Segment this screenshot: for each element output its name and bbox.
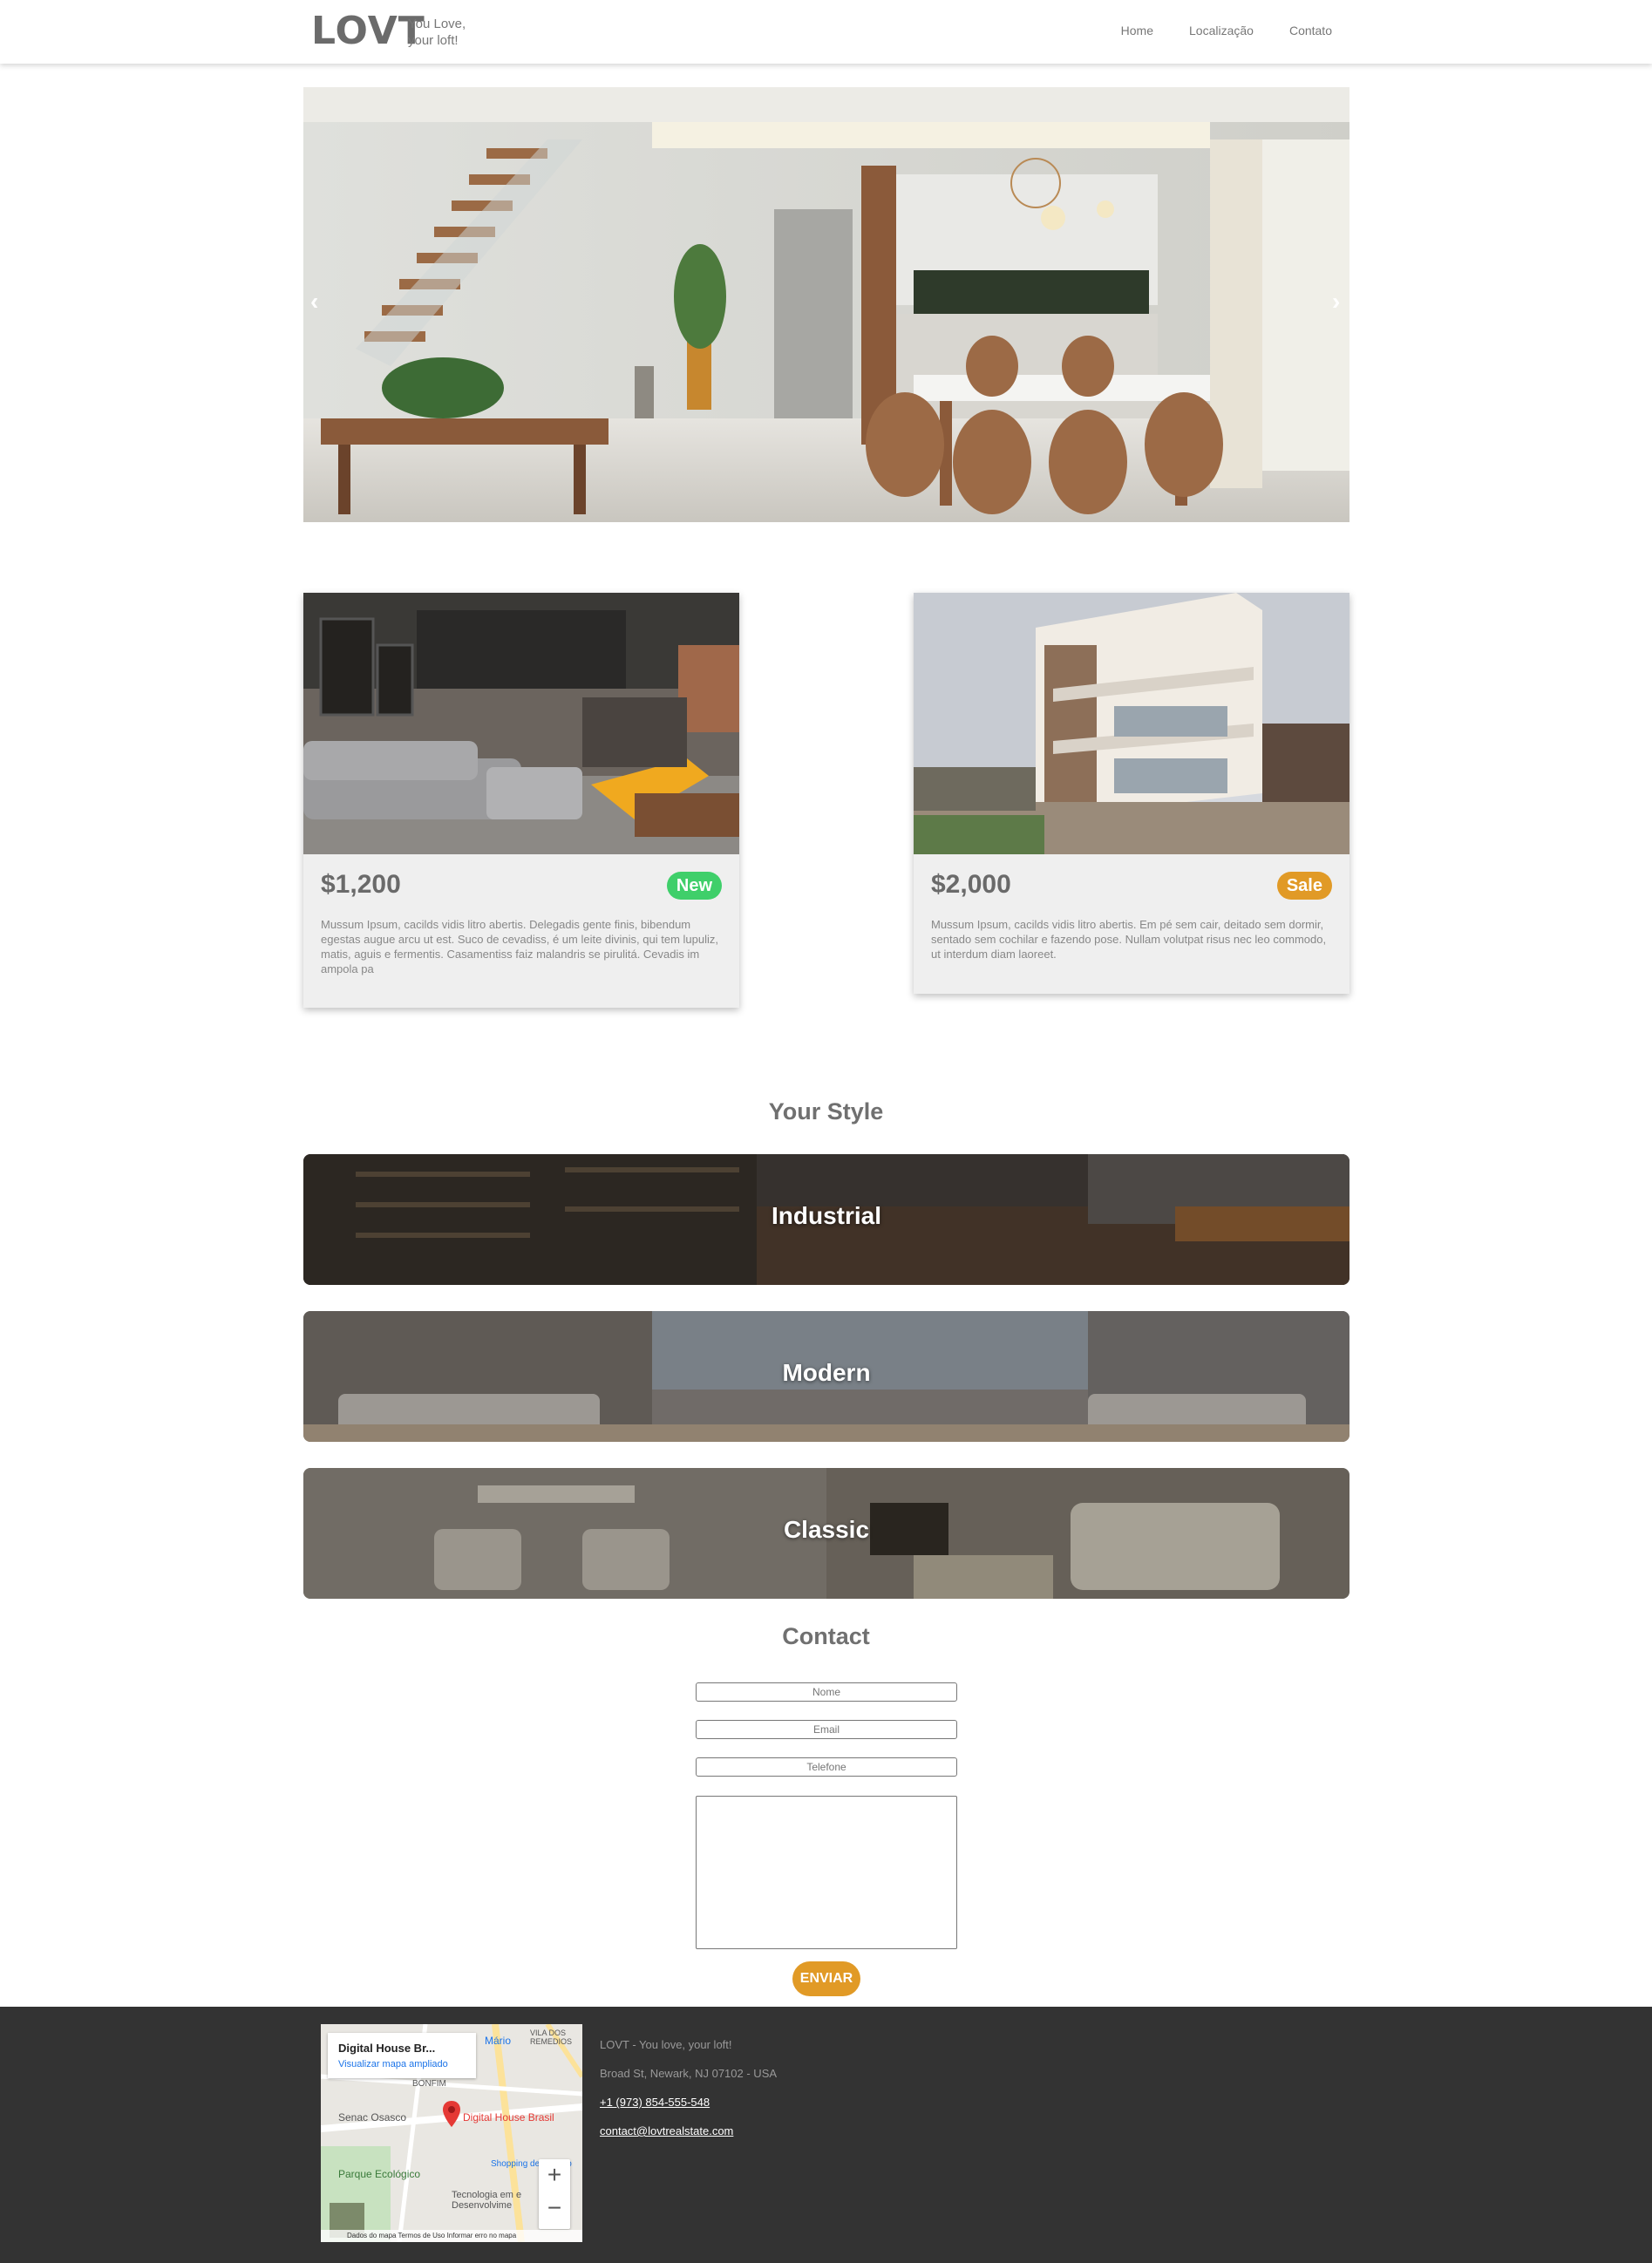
footer-phone-link[interactable]: +1 (973) 854-555-548	[600, 2096, 710, 2109]
style-classic-banner[interactable]: Classic	[303, 1468, 1349, 1599]
message-textarea[interactable]	[696, 1796, 957, 1949]
listing-card[interactable]: $2,000 Sale Mussum Ipsum, cacilds vidis …	[914, 593, 1349, 994]
nav-link-location[interactable]: Localização	[1189, 24, 1254, 37]
nav-links: Home Localização Contato	[1121, 24, 1332, 37]
map-marker-label: Digital House Brasil	[463, 2111, 554, 2124]
carousel-prev-arrow[interactable]: ‹	[310, 288, 318, 316]
tagline-line-2: your loft!	[408, 33, 459, 48]
house-image	[914, 593, 1349, 854]
map-attribution: Dados do mapa Termos de Uso Informar err…	[321, 2230, 582, 2242]
send-button[interactable]: ENVIAR	[792, 1961, 860, 1996]
map-label: VILA DOS REMEDIOS	[530, 2029, 573, 2046]
carousel-next-arrow[interactable]: ›	[1332, 288, 1340, 316]
your-style-title: Your Style	[768, 1098, 884, 1125]
listing-description: Mussum Ipsum, cacilds vidis litro aberti…	[321, 918, 718, 975]
style-label: Classic	[783, 1516, 870, 1543]
map-place-title: Digital House Br...	[338, 2042, 436, 2055]
footer-email-link[interactable]: contact@lovtrealstate.com	[600, 2124, 733, 2137]
nav-link-home[interactable]: Home	[1121, 24, 1153, 37]
listing-photo	[914, 593, 1349, 854]
name-input[interactable]	[696, 1682, 957, 1702]
email-input[interactable]	[696, 1720, 957, 1739]
phone-input[interactable]	[696, 1757, 957, 1777]
map-label: Mário	[485, 2035, 512, 2047]
zoom-out-button[interactable]: −	[539, 2194, 570, 2222]
footer-address: Broad St, Newark, NJ 07102 - USA	[600, 2067, 778, 2080]
sale-badge: Sale	[1276, 872, 1332, 900]
map-zoom-controls: + −	[539, 2159, 570, 2229]
style-industrial-banner[interactable]: Industrial	[303, 1154, 1349, 1285]
map-label: BONFIM	[412, 2079, 446, 2089]
embedded-map[interactable]: Digital House Br... Visualizar mapa ampl…	[321, 2024, 582, 2242]
tagline-line-1: You Love,	[408, 17, 466, 31]
listing-price: $1,200	[321, 870, 401, 899]
loft-image	[303, 593, 739, 854]
map-label: Tecnologia em e Desenvolvime	[452, 2190, 522, 2211]
style-label: Modern	[782, 1359, 871, 1386]
listing-description: Mussum Ipsum, cacilds vidis litro aberti…	[931, 918, 1327, 961]
map-place-card: Digital House Br... Visualizar mapa ampl…	[328, 2033, 476, 2078]
nav-link-contact[interactable]: Contato	[1289, 24, 1332, 37]
enlarge-map-link[interactable]: Visualizar mapa ampliado	[338, 2059, 448, 2069]
listing-price: $2,000	[931, 870, 1011, 899]
listing-card[interactable]: $1,200 New Mussum Ipsum, cacilds vidis l…	[303, 593, 739, 1008]
map-label: Parque Ecológico	[338, 2168, 421, 2180]
footer	[0, 2007, 1652, 2263]
tagline: You Love, your loft!	[408, 16, 466, 49]
footer-brand: LOVT - You love, your loft!	[600, 2038, 732, 2051]
style-modern-banner[interactable]: Modern	[303, 1311, 1349, 1442]
map-marker-icon[interactable]	[443, 2101, 460, 2127]
style-label: Industrial	[771, 1202, 881, 1229]
hero-image	[303, 87, 1349, 522]
zoom-in-button[interactable]: +	[539, 2161, 570, 2189]
hero-carousel	[303, 87, 1349, 522]
map-label: Senac Osasco	[338, 2111, 407, 2124]
contact-title: Contact	[782, 1623, 870, 1649]
top-navbar: LOVT You Love, your loft! Home Localizaç…	[0, 0, 1652, 64]
new-badge: New	[666, 872, 722, 900]
listing-photo	[303, 593, 739, 854]
